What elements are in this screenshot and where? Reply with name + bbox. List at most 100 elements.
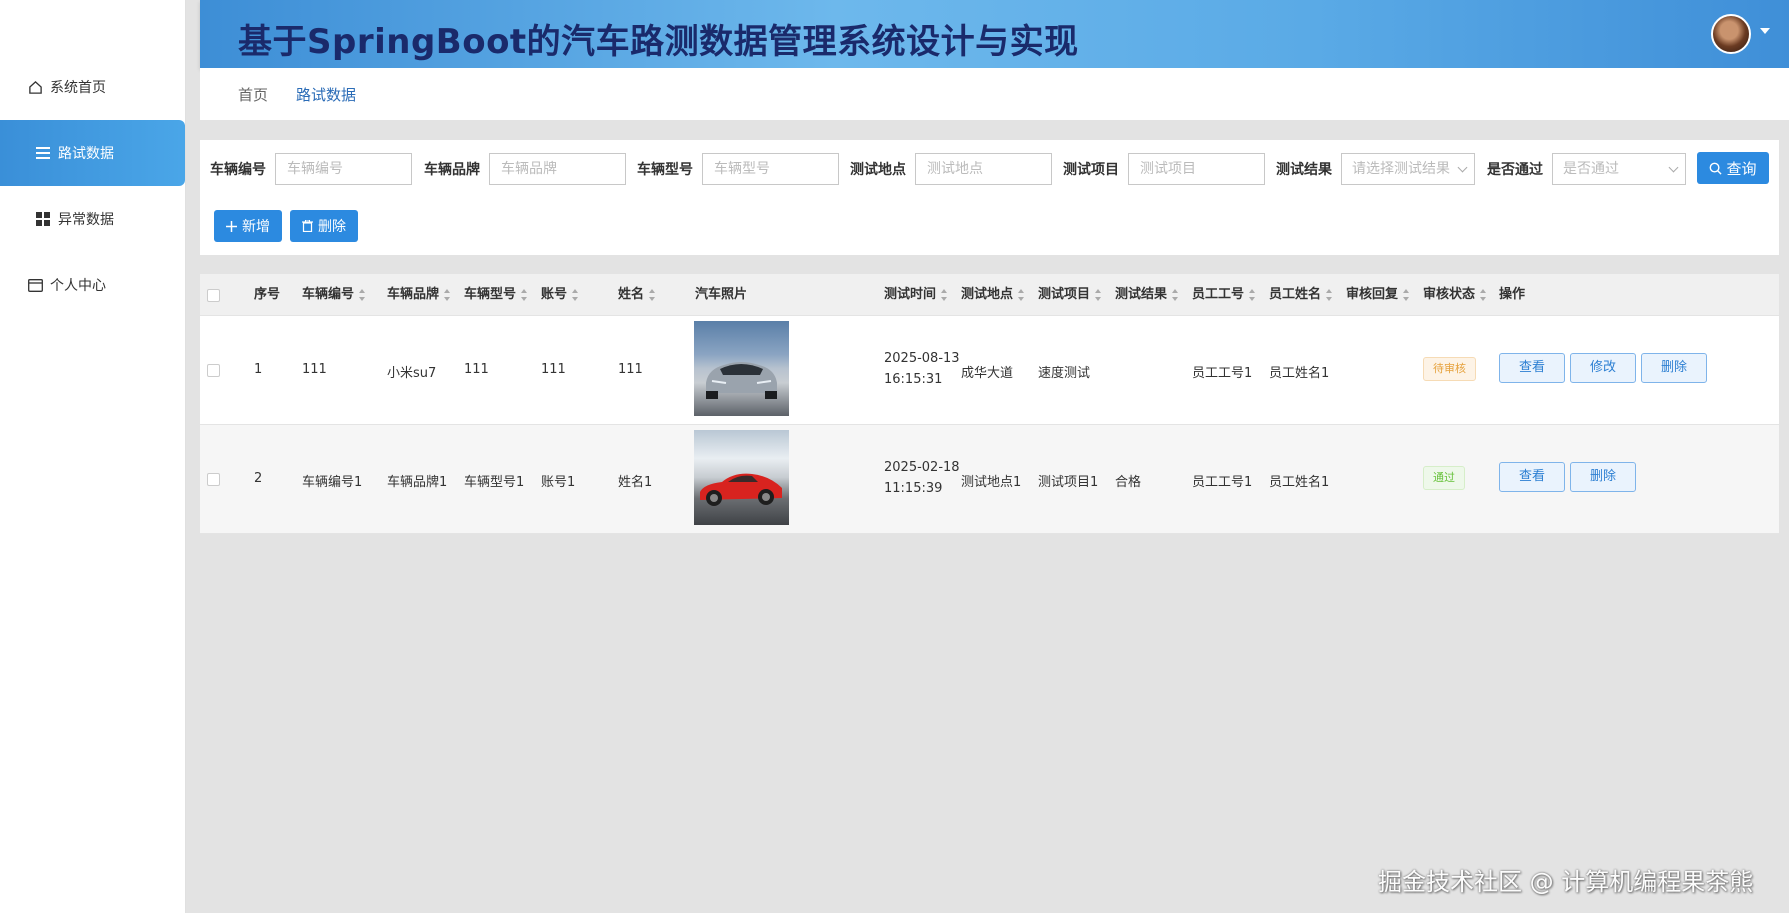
table-header: 序号 车辆编号 车辆品牌 车辆型号 账号 姓名 汽车照片 测试时间 测试地点 测… <box>200 274 1779 316</box>
col-index: 序号 <box>254 287 281 302</box>
edit-button[interactable]: 修改 <box>1570 353 1636 383</box>
select-all-checkbox[interactable] <box>207 289 220 302</box>
add-button-label: 新增 <box>242 219 270 235</box>
avatar[interactable] <box>1711 14 1751 54</box>
col-reply[interactable]: 审核回复 <box>1346 274 1410 316</box>
list-icon <box>34 144 52 162</box>
col-location[interactable]: 测试地点 <box>961 274 1025 316</box>
brand-field: 车辆品牌 车辆品牌 <box>424 152 626 186</box>
sort-icon[interactable] <box>444 288 451 301</box>
col-test-item[interactable]: 测试项目 <box>1038 274 1102 316</box>
vehicle-no-field: 车辆编号 车辆编号 <box>210 152 412 186</box>
cell-location: 测试地点1 <box>961 475 1022 490</box>
col-result[interactable]: 测试结果 <box>1115 274 1179 316</box>
col-name[interactable]: 姓名 <box>618 274 656 316</box>
view-button[interactable]: 查看 <box>1499 353 1565 383</box>
page-title: 基于SpringBoot的汽车路测数据管理系统设计与实现 <box>238 22 1079 62</box>
delete-button[interactable]: 删除 <box>1641 353 1707 383</box>
col-model[interactable]: 车辆型号 <box>464 274 528 316</box>
home-icon <box>26 78 44 96</box>
delete-button[interactable]: 删除 <box>1570 462 1636 492</box>
cell-result: 合格 <box>1115 475 1142 490</box>
chevron-down-icon <box>1457 162 1468 173</box>
sort-icon[interactable] <box>521 288 528 301</box>
view-button[interactable]: 查看 <box>1499 462 1565 492</box>
model-input[interactable]: 车辆型号 <box>702 153 839 185</box>
query-button[interactable]: 查询 <box>1697 152 1769 184</box>
sidebar-item-abnormal[interactable]: 异常数据 <box>0 186 185 252</box>
result-field: 测试结果 请选择测试结果 <box>1276 152 1475 186</box>
cell-model: 111 <box>464 362 489 377</box>
brand-input[interactable]: 车辆品牌 <box>489 153 626 185</box>
status-badge: 待审核 <box>1423 357 1476 381</box>
cell-name: 姓名1 <box>618 475 653 490</box>
sort-icon[interactable] <box>1480 288 1487 301</box>
sort-icon[interactable] <box>1172 288 1179 301</box>
sort-icon[interactable] <box>1403 288 1410 301</box>
vehicle-no-input[interactable]: 车辆编号 <box>275 153 412 185</box>
location-input[interactable]: 测试地点 <box>915 153 1052 185</box>
cell-location: 成华大道 <box>961 366 1014 381</box>
breadcrumb-home[interactable]: 首页 <box>238 84 268 105</box>
sort-icon[interactable] <box>1018 288 1025 301</box>
field-label: 车辆编号 <box>210 162 266 178</box>
sidebar-item-profile[interactable]: 个人中心 <box>0 252 185 318</box>
cell-account: 账号1 <box>541 475 576 490</box>
sidebar-item-label: 异常数据 <box>58 212 114 228</box>
status-badge: 通过 <box>1423 466 1465 490</box>
sort-icon[interactable] <box>649 288 656 301</box>
cell-emp-no: 员工工号1 <box>1192 366 1253 381</box>
col-emp-no[interactable]: 员工工号 <box>1192 274 1256 316</box>
sidebar-item-label: 系统首页 <box>50 80 106 96</box>
add-button[interactable]: 新增 <box>214 210 282 242</box>
result-select[interactable]: 请选择测试结果 <box>1341 153 1475 185</box>
cell-name: 111 <box>618 362 643 377</box>
sort-icon[interactable] <box>1326 288 1333 301</box>
table-row: 2 车辆编号1 车辆品牌1 车辆型号1 账号1 姓名1 2025-02-18 1… <box>200 425 1779 534</box>
col-photo: 汽车照片 <box>695 287 748 302</box>
search-icon <box>1710 162 1723 175</box>
col-vehicle-no[interactable]: 车辆编号 <box>302 274 366 316</box>
test-date: 2025-08-13 <box>884 351 960 366</box>
search-panel: 车辆编号 车辆编号 车辆品牌 车辆品牌 车辆型号 车辆型号 测试地点 测试地点 … <box>200 140 1779 255</box>
app-header: 基于SpringBoot的汽车路测数据管理系统设计与实现 <box>200 0 1789 68</box>
cell-test-item: 速度测试 <box>1038 366 1091 381</box>
col-account[interactable]: 账号 <box>541 274 579 316</box>
sort-icon[interactable] <box>941 288 948 301</box>
row-checkbox[interactable] <box>207 364 220 377</box>
field-label: 测试项目 <box>1063 162 1119 178</box>
data-table: 序号 车辆编号 车辆品牌 车辆型号 账号 姓名 汽车照片 测试时间 测试地点 测… <box>200 274 1779 534</box>
sidebar-item-home[interactable]: 系统首页 <box>0 54 185 120</box>
watermark: 掘金技术社区 @ 计算机编程果茶熊 <box>1378 868 1754 896</box>
sort-icon[interactable] <box>572 288 579 301</box>
car-photo[interactable] <box>694 430 789 525</box>
car-photo[interactable] <box>694 321 789 416</box>
test-item-input[interactable]: 测试项目 <box>1128 153 1265 185</box>
field-label: 测试地点 <box>850 162 906 178</box>
pass-select-placeholder: 是否通过 <box>1563 161 1619 177</box>
pass-select[interactable]: 是否通过 <box>1552 153 1686 185</box>
sidebar-item-road-test[interactable]: 路试数据 <box>0 120 185 186</box>
cell-index: 1 <box>254 362 263 377</box>
col-emp-name[interactable]: 员工姓名 <box>1269 274 1333 316</box>
sidebar-item-label: 个人中心 <box>50 278 106 294</box>
model-field: 车辆型号 车辆型号 <box>637 152 839 186</box>
row-checkbox[interactable] <box>207 473 220 486</box>
sidebar: 系统首页 路试数据 异常数据 个人中心 <box>0 0 186 913</box>
sort-icon[interactable] <box>359 288 366 301</box>
cell-account: 111 <box>541 362 566 377</box>
col-test-time[interactable]: 测试时间 <box>884 274 948 316</box>
sort-icon[interactable] <box>1249 288 1256 301</box>
test-item-field: 测试项目 测试项目 <box>1063 152 1265 186</box>
cell-emp-name: 员工姓名1 <box>1269 366 1330 381</box>
chevron-down-icon[interactable] <box>1760 28 1770 34</box>
test-clock: 11:15:39 <box>884 481 943 496</box>
pass-field: 是否通过 是否通过 <box>1487 152 1686 186</box>
col-status[interactable]: 审核状态 <box>1423 274 1487 316</box>
bulk-delete-button[interactable]: 删除 <box>290 210 358 242</box>
col-brand[interactable]: 车辆品牌 <box>387 274 451 316</box>
sort-icon[interactable] <box>1095 288 1102 301</box>
location-field: 测试地点 测试地点 <box>850 152 1052 186</box>
cell-emp-name: 员工姓名1 <box>1269 475 1330 490</box>
card-icon <box>26 276 44 294</box>
